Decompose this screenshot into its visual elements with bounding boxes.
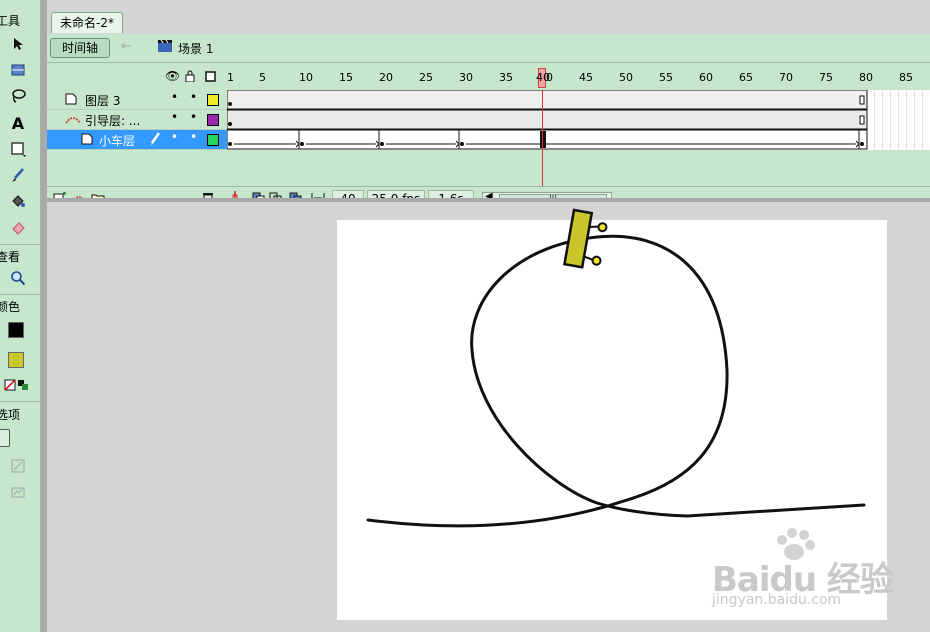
timeline-toggle-button[interactable]: 时间轴 bbox=[50, 38, 110, 58]
layer-row[interactable]: 图层 3 • • bbox=[47, 90, 227, 110]
view-heading: 查看 bbox=[0, 250, 21, 264]
brush-tool-icon[interactable] bbox=[8, 165, 28, 185]
ruler-tick-label: 50 bbox=[619, 71, 633, 84]
selection-tool-icon[interactable] bbox=[8, 34, 28, 54]
playhead-label: 40 bbox=[536, 71, 550, 84]
rectangle-tool-icon[interactable] bbox=[8, 139, 28, 159]
eye-icon[interactable]: 👁 bbox=[165, 69, 180, 83]
car-symbol[interactable] bbox=[563, 208, 608, 270]
paint-bucket-tool-icon[interactable] bbox=[8, 191, 28, 211]
ruler-tick-label: 15 bbox=[339, 71, 353, 84]
lock-icon[interactable] bbox=[185, 70, 195, 85]
outline-icon[interactable] bbox=[205, 71, 216, 85]
ruler-tick-label: 65 bbox=[739, 71, 753, 84]
keyframe-dot bbox=[228, 122, 232, 126]
timeline-panel: 👁 1 5 10 15 20 25 30 35 40 45 50 55 60 65 70 75 80 85 40 图… bbox=[47, 63, 930, 211]
document-tab[interactable]: 未命名-2* bbox=[51, 12, 123, 33]
visibility-dot[interactable]: • bbox=[171, 110, 178, 124]
edit-bar: 时间轴 ← 场景 1 bbox=[47, 34, 930, 63]
lock-dot[interactable]: • bbox=[190, 90, 197, 104]
lock-dot[interactable]: • bbox=[190, 130, 197, 144]
back-arrow-icon[interactable]: ← bbox=[121, 39, 132, 54]
ruler-tick-label: 60 bbox=[699, 71, 713, 84]
frame-ruler[interactable]: 1 5 10 15 20 25 30 35 40 45 50 55 60 65 70 75 80 85 40 bbox=[227, 68, 930, 90]
ruler-tick-label: 5 bbox=[259, 71, 266, 84]
layer-row[interactable]: 小车层 • • bbox=[47, 130, 227, 150]
eraser-tool-icon[interactable] bbox=[8, 217, 28, 237]
layer-row[interactable]: 引导层: ... • • bbox=[47, 110, 227, 130]
playhead-line bbox=[542, 90, 543, 186]
ruler-tick-label: 85 bbox=[899, 71, 913, 84]
scene-label[interactable]: 场景 1 bbox=[178, 40, 213, 57]
straighten-option-icon[interactable] bbox=[8, 482, 28, 502]
guide-layer-icon bbox=[65, 113, 81, 128]
ruler-tick-label: 80 bbox=[859, 71, 873, 84]
motion-guide-path[interactable] bbox=[366, 234, 866, 528]
ruler-tick-label: 10 bbox=[299, 71, 313, 84]
layer-name: 引导层: ... bbox=[85, 114, 141, 128]
text-tool-icon[interactable]: A bbox=[8, 113, 28, 133]
zoom-tool-icon[interactable] bbox=[8, 268, 28, 288]
end-frame-marker bbox=[859, 115, 865, 125]
layer-name: 小车层 bbox=[99, 134, 136, 148]
layers-list: 图层 3 • • 引导层: ... • • 小车层 • • bbox=[47, 90, 227, 150]
keyframe-dot bbox=[228, 102, 232, 106]
ruler-tick-label: 20 bbox=[379, 71, 393, 84]
scene-icon bbox=[158, 40, 172, 52]
frames-area[interactable] bbox=[227, 90, 930, 150]
layer-color-swatch[interactable] bbox=[207, 94, 219, 106]
fill-color-swatch[interactable] bbox=[6, 350, 26, 370]
stroke-color-swatch[interactable] bbox=[6, 320, 26, 340]
ruler-tick-label: 30 bbox=[459, 71, 473, 84]
keyframe-dot bbox=[300, 142, 304, 146]
pencil-icon bbox=[149, 132, 161, 149]
smooth-option-icon[interactable] bbox=[8, 456, 28, 476]
keyframe-dot bbox=[460, 142, 464, 146]
baidu-watermark: Baidu 经验 jingyan.baidu.com bbox=[712, 528, 912, 612]
tools-panel: 工具 A 查看 颜色 选项 bbox=[0, 0, 41, 632]
lock-dot[interactable]: • bbox=[190, 110, 197, 124]
ruler-tick-label: 70 bbox=[779, 71, 793, 84]
free-transform-tool-icon[interactable] bbox=[8, 60, 28, 80]
ruler-tick-label: 25 bbox=[419, 71, 433, 84]
keyframe-dot bbox=[228, 142, 232, 146]
visibility-dot[interactable]: • bbox=[171, 130, 178, 144]
keyframe-dot bbox=[380, 142, 384, 146]
colors-heading: 颜色 bbox=[0, 300, 21, 314]
ruler-tick-label: 45 bbox=[579, 71, 593, 84]
ruler-tick-label: 35 bbox=[499, 71, 513, 84]
tools-heading: 工具 bbox=[0, 14, 21, 28]
divider bbox=[0, 244, 40, 245]
watermark-url: jingyan.baidu.com bbox=[712, 592, 842, 608]
layer-icon bbox=[81, 133, 93, 148]
ruler-tick-label: 1 bbox=[227, 71, 234, 84]
frame-span bbox=[227, 90, 868, 110]
layer-icon bbox=[65, 93, 77, 108]
lasso-tool-icon[interactable] bbox=[8, 86, 28, 106]
ruler-tick-label: 55 bbox=[659, 71, 673, 84]
ruler-tick-label: 75 bbox=[819, 71, 833, 84]
divider bbox=[0, 294, 40, 295]
swap-colors-icon[interactable] bbox=[13, 375, 33, 395]
snap-option-icon[interactable] bbox=[0, 428, 14, 448]
keyframe-dot bbox=[860, 142, 864, 146]
frames-svg bbox=[227, 90, 868, 150]
layer-name: 图层 3 bbox=[85, 94, 121, 108]
playhead[interactable]: 40 bbox=[536, 68, 550, 88]
options-heading: 选项 bbox=[0, 408, 21, 422]
visibility-dot[interactable]: • bbox=[171, 90, 178, 104]
divider bbox=[0, 401, 40, 402]
current-frame-highlight bbox=[540, 131, 546, 148]
layer-color-swatch[interactable] bbox=[207, 134, 219, 146]
tween-span bbox=[227, 129, 868, 150]
layer-color-swatch[interactable] bbox=[207, 114, 219, 126]
frame-span bbox=[227, 109, 868, 130]
end-frame-marker bbox=[859, 95, 865, 105]
document-tabs: 未命名-2* bbox=[47, 10, 930, 34]
